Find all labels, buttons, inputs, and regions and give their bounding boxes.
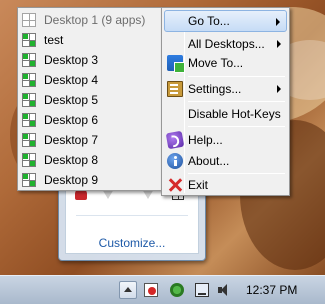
desktop-menu-item-label: test (44, 33, 64, 47)
desktop-grid-icon (22, 113, 36, 127)
divider (76, 215, 188, 216)
goto-menu-item[interactable]: Go To... (164, 10, 287, 32)
submenu-arrow-icon (277, 40, 281, 48)
goto-label: Go To... (188, 14, 230, 28)
desktop-menu-item-label: Desktop 1 (9 apps) (44, 13, 146, 27)
menu-separator (188, 101, 285, 102)
menu-separator (188, 76, 285, 77)
desktop-grid-icon (22, 153, 36, 167)
menu-separator (188, 126, 285, 127)
desktop-menu-item-label: Desktop 5 (44, 93, 99, 107)
desktop-grid-icon (22, 133, 36, 147)
move-to-label: Move To... (188, 56, 244, 70)
help-icon (165, 130, 185, 150)
desktop-grid-icon (22, 73, 36, 87)
desktop-menu-item-label: Desktop 7 (44, 133, 99, 147)
help-menu-item[interactable]: Help... (164, 129, 287, 151)
disable-hotkeys-menu-item[interactable]: Disable Hot-Keys (164, 103, 287, 125)
about-label: About... (188, 154, 230, 168)
help-label: Help... (188, 133, 223, 147)
exit-menu-item[interactable]: Exit (164, 174, 287, 196)
desktop-menu-item-label: Desktop 4 (44, 73, 99, 87)
taskbar-clock[interactable]: 12:37 PM (246, 283, 297, 297)
all-desktops-label: All Desktops... (188, 37, 265, 51)
desktop-grid-icon (22, 53, 36, 67)
desktop-menu-item[interactable]: Desktop 5 (20, 90, 160, 110)
command-menu: Go To... All Desktops... Move To... Sett… (161, 7, 290, 196)
desktop-menu-item-label: Desktop 8 (44, 153, 99, 167)
exit-label: Exit (188, 178, 209, 192)
settings-icon (167, 81, 183, 97)
desktop-menu-item-label: Desktop 3 (44, 53, 99, 67)
desktop-menu-item[interactable]: Desktop 1 (9 apps) (20, 10, 160, 30)
desktop-grid-icon (22, 93, 36, 107)
close-icon (167, 177, 183, 193)
app-tray-icon[interactable] (144, 283, 158, 297)
disable-hotkeys-label: Disable Hot-Keys (188, 107, 281, 121)
taskbar: 12:37 PM (0, 275, 325, 304)
move-to-menu-item[interactable]: Move To... (164, 52, 287, 74)
submenu-arrow-icon (277, 85, 281, 93)
desktop-menu-item-label: Desktop 6 (44, 113, 99, 127)
desktop-grid-icon (22, 33, 36, 47)
desktop-menu-item[interactable]: Desktop 8 (20, 150, 160, 170)
volume-icon[interactable] (218, 283, 232, 297)
desktop-grid-icon (22, 173, 36, 187)
show-hidden-icons-button[interactable] (119, 281, 137, 299)
info-icon (167, 153, 183, 169)
sync-tray-icon[interactable] (170, 283, 184, 297)
network-icon[interactable] (195, 283, 209, 297)
move-window-icon (167, 55, 185, 73)
desktop-menu-item[interactable]: Desktop 7 (20, 130, 160, 150)
settings-label: Settings... (188, 82, 242, 96)
desktop-list-menu: Desktop 1 (9 apps) test Desktop 3 Desktop 4… (17, 7, 163, 191)
desktop-menu-item[interactable]: Desktop 9 (20, 170, 160, 190)
desktop-menu-item[interactable]: test (20, 30, 160, 50)
desktop-grid-icon (22, 13, 36, 27)
desktop-menu-item[interactable]: Desktop 4 (20, 70, 160, 90)
desktop-menu-item-label: Desktop 9 (44, 173, 99, 187)
customize-link[interactable]: Customize... (66, 236, 198, 250)
about-menu-item[interactable]: About... (164, 150, 287, 172)
submenu-arrow-icon (276, 18, 280, 26)
desktop-menu-item[interactable]: Desktop 3 (20, 50, 160, 70)
settings-menu-item[interactable]: Settings... (164, 78, 287, 100)
desktop-menu-item[interactable]: Desktop 6 (20, 110, 160, 130)
